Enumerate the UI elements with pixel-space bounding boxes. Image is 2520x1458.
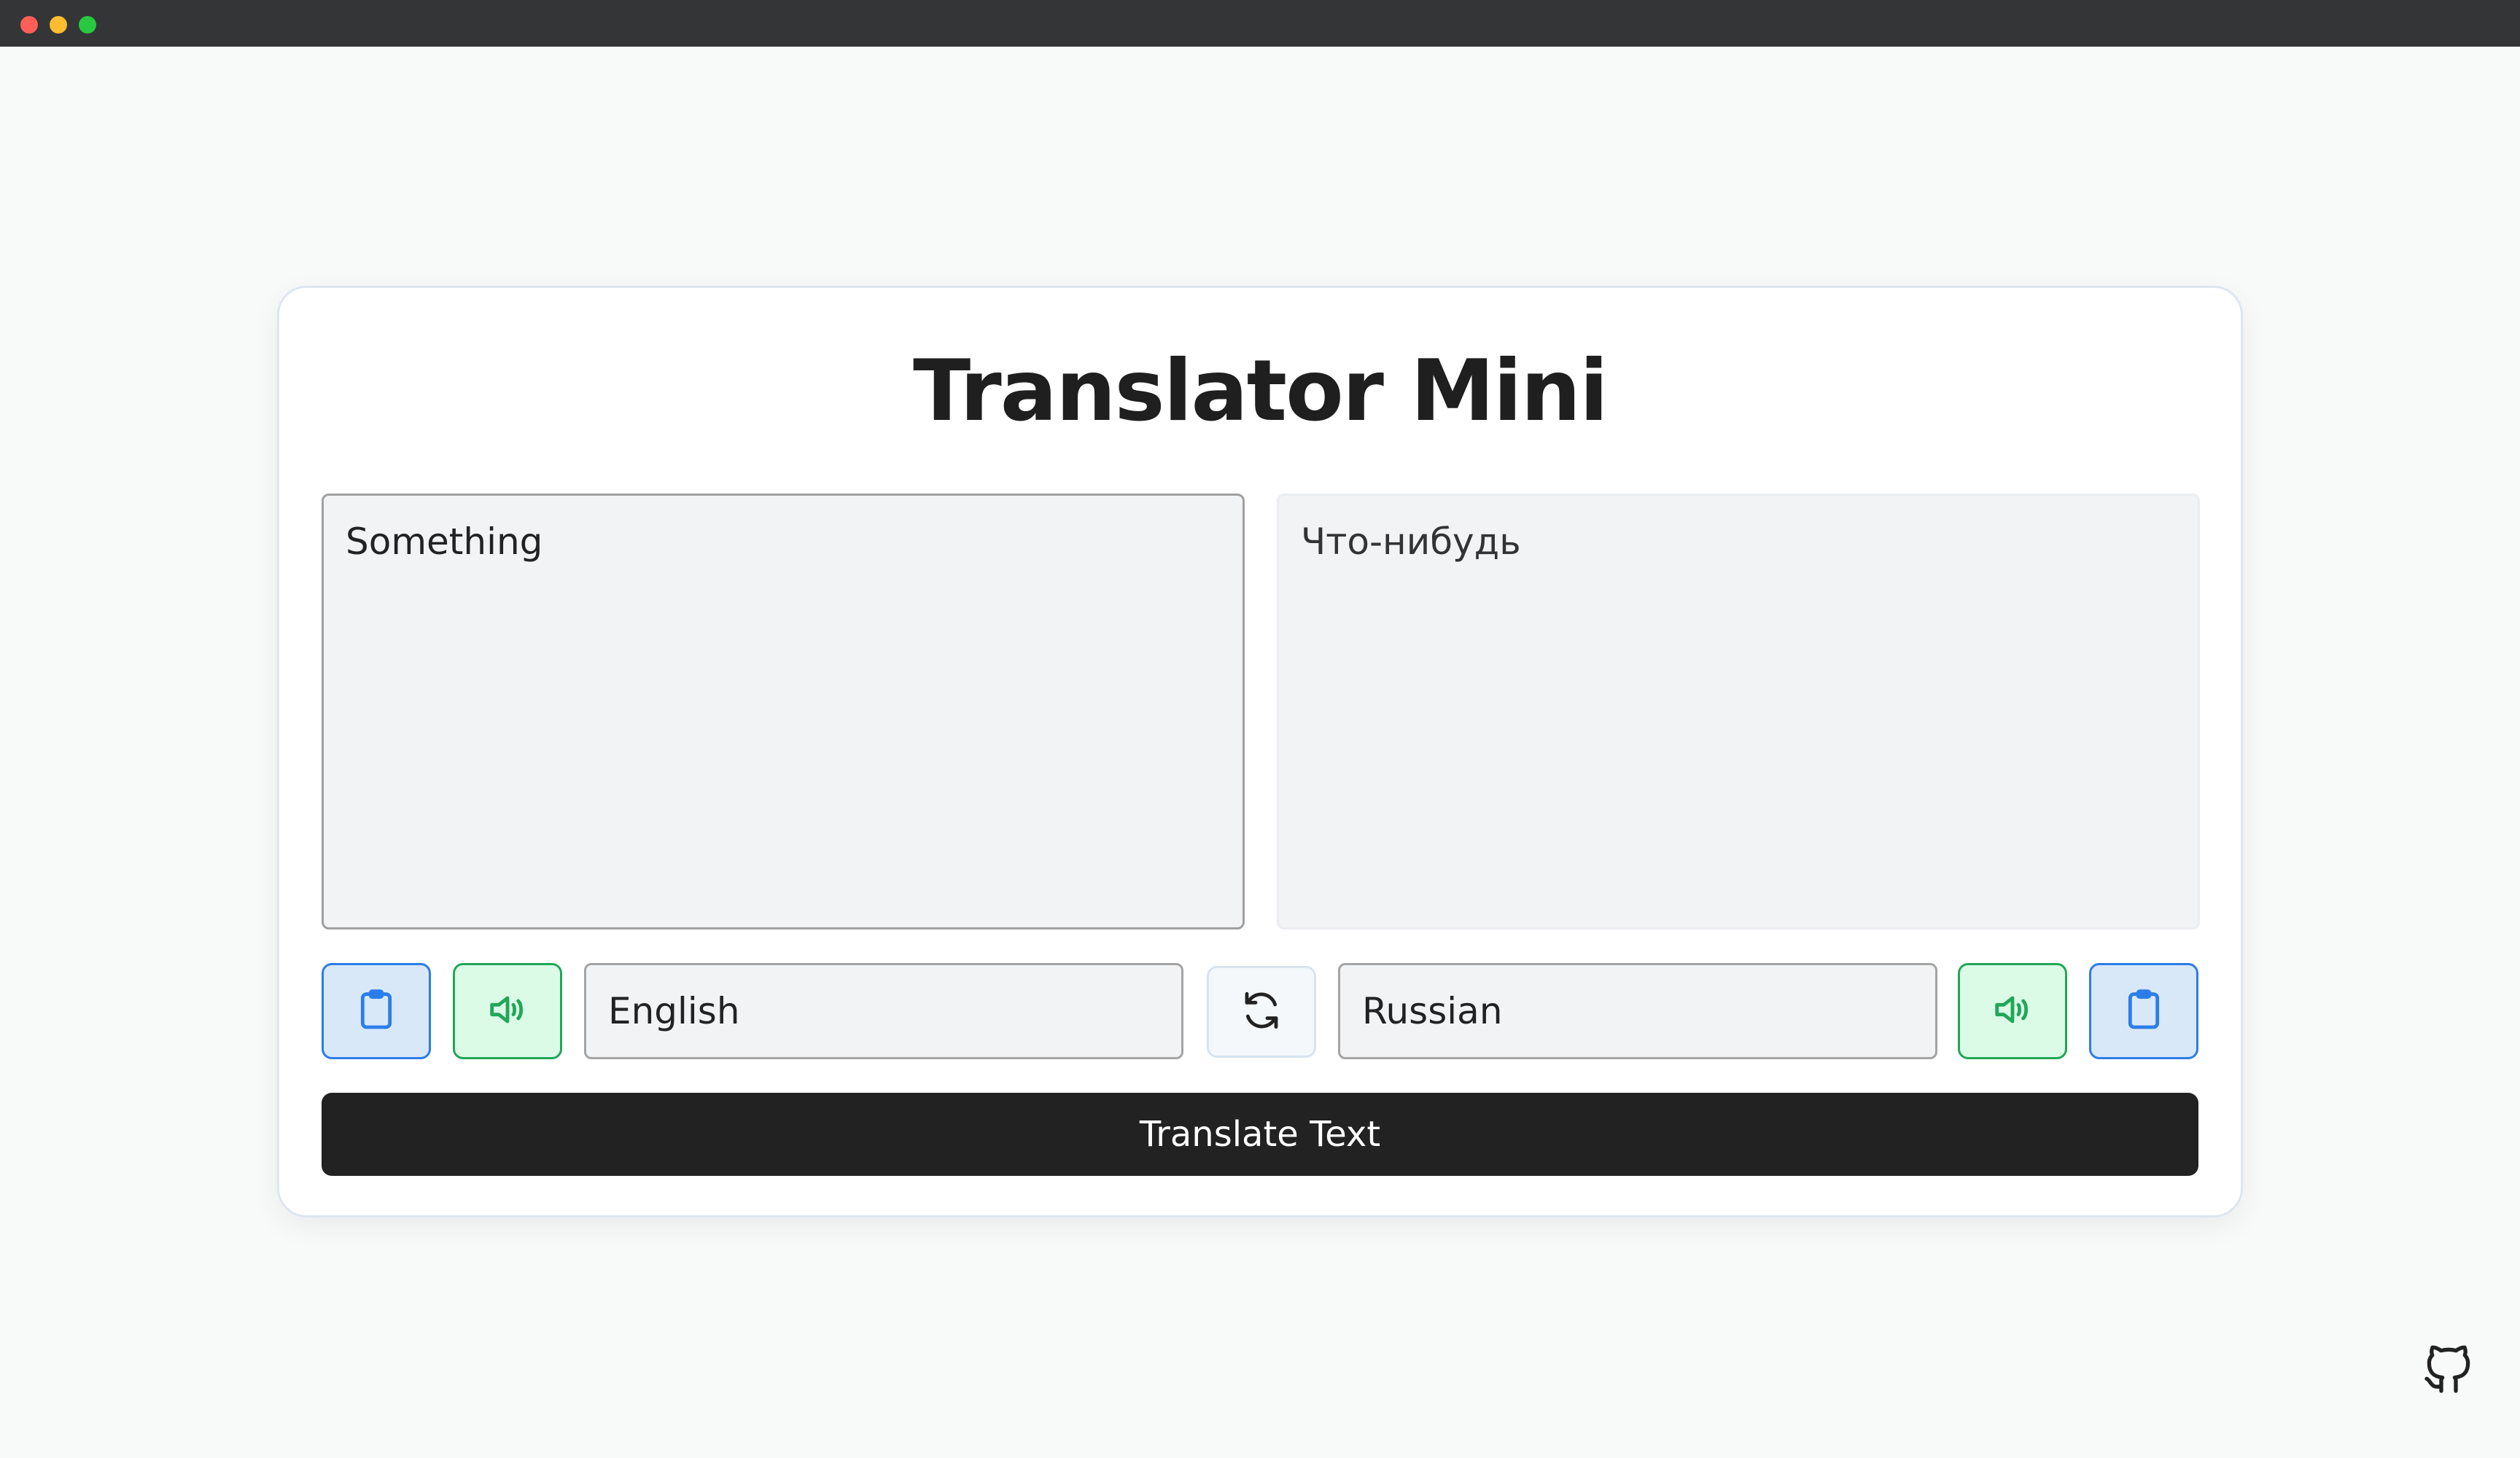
window-zoom-button[interactable] — [79, 16, 96, 34]
translator-card: Translator Mini Something Что-нибудь Eng… — [277, 286, 2243, 1217]
github-icon[interactable] — [2419, 1340, 2478, 1398]
window-close-button[interactable] — [20, 16, 38, 34]
swap-languages-button[interactable] — [1207, 966, 1316, 1058]
copy-source-button[interactable] — [322, 963, 431, 1059]
translate-button[interactable]: Translate Text — [322, 1093, 2198, 1176]
page-title: Translator Mini — [913, 342, 1609, 440]
speaker-icon — [1989, 986, 2036, 1036]
swap-icon — [1238, 987, 1285, 1037]
copy-translation-button[interactable] — [2089, 963, 2198, 1059]
source-text-input[interactable]: Something — [322, 494, 1245, 929]
source-language-select[interactable]: English — [584, 963, 1183, 1059]
speaker-icon — [484, 986, 531, 1036]
clipboard-icon — [2120, 986, 2167, 1036]
target-language-select[interactable]: Russian — [1338, 963, 1937, 1059]
speak-source-button[interactable] — [453, 963, 562, 1059]
window-titlebar — [0, 0, 2520, 47]
window-minimize-button[interactable] — [50, 16, 67, 34]
speak-translation-button[interactable] — [1958, 963, 2067, 1059]
translated-text-output: Что-нибудь — [1277, 494, 2200, 929]
clipboard-icon — [353, 986, 400, 1036]
